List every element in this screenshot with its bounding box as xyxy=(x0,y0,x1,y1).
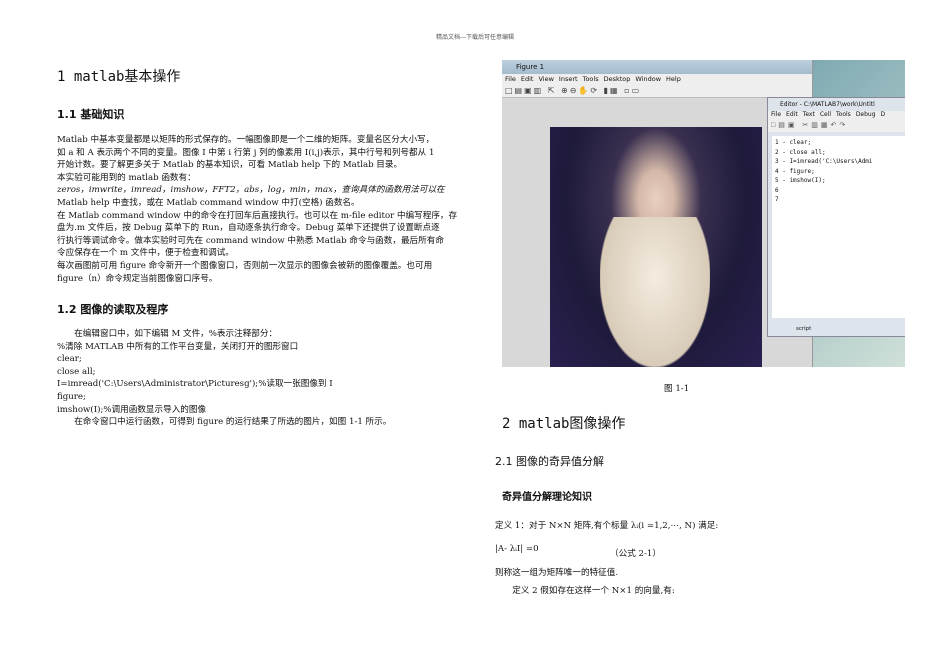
text-line: figure; xyxy=(57,391,86,402)
paragraph-program: 在编辑窗口中，如下编辑 M 文件，%表示注释部分： %清除 MATLAB 中所有的… xyxy=(57,328,391,429)
paragraph-basics: Matlab 中基本变量都是以矩阵的形式保存的。一幅图像即是一个二维的矩阵。变量… xyxy=(57,134,457,285)
figure-caption: 图 1-1 xyxy=(664,384,690,394)
editor-status: script xyxy=(796,326,812,332)
code-line: 5 - imshow(I); xyxy=(775,177,826,184)
section-title-2: 2 matlab图像操作 xyxy=(502,416,626,432)
text-line: 开始计数。要了解更多关于 Matlab 的基本知识，可看 Matlab help… xyxy=(57,160,403,171)
eigenvalue-line: 则称这一组为矩阵唯一的特征值. xyxy=(495,568,619,578)
menu-item[interactable]: Text xyxy=(803,111,815,118)
editor-title: Editor - C:\MATLAB7\work\Untitl xyxy=(780,101,875,108)
menu-item[interactable]: File xyxy=(505,75,516,83)
text-line: 盘为.m 文件后，按 Debug 菜单下的 Run，自动逐条执行命令。Debug… xyxy=(57,223,440,234)
text-line: 本实验可能用到的 matlab 函数有： xyxy=(57,172,196,183)
document-page: 精品文档---下载后可任意编辑 1 matlab基本操作 1.1 基础知识 Ma… xyxy=(0,0,950,672)
section-heading-1-2: 1.2 图像的读取及程序 xyxy=(57,303,169,316)
text-line: close all; xyxy=(57,366,96,377)
text-line: 行执行等调试命令。做本实验时可先在 command window 中熟悉 Mat… xyxy=(57,235,444,246)
definition-2: 定义 2 假如存在这样一个 N×1 的向量,有: xyxy=(495,586,675,596)
text-line: figure（n）命令规定当前图像窗口序号。 xyxy=(57,273,218,284)
editor-code: 1 - clear; 2 - close all; 3 - I=imread('C:… xyxy=(772,136,905,318)
text-line: 在命令窗口中运行函数，可得到 figure 的运行结果了所选的图片，如图 1-1… xyxy=(57,417,392,428)
equation: |A- λᵢI| =0 xyxy=(495,544,539,554)
page-header: 精品文档---下载后可任意编辑 xyxy=(435,34,515,41)
menu-item[interactable]: Tools xyxy=(836,111,851,118)
text-line: clear; xyxy=(57,354,82,365)
code-line: 3 - I=imread('C:\Users\Admi xyxy=(775,158,873,165)
code-line: 6 xyxy=(775,186,779,194)
menu-item[interactable]: Cell xyxy=(820,111,831,118)
menu-item[interactable]: Tools xyxy=(583,75,599,83)
code-line: 7 xyxy=(775,196,779,203)
figure-title: Figure 1 xyxy=(502,60,812,74)
subsection-heading: 奇异值分解理论知识 xyxy=(502,492,592,503)
menu-item[interactable]: View xyxy=(538,75,553,83)
text-line: Matlab help 中查找，或在 Matlab command window… xyxy=(57,197,360,208)
definition-1: 定义 1：对于 N×N 矩阵,有个标量 λᵢ(i =1,2,⋯, N) 满足: xyxy=(495,521,719,531)
menu-item[interactable]: Insert xyxy=(559,75,578,83)
section-heading-2-1: 2.1 图像的奇异值分解 xyxy=(495,455,604,468)
menu-item[interactable]: Help xyxy=(666,75,681,83)
menu-item[interactable]: Edit xyxy=(521,75,534,83)
menu-item[interactable]: D xyxy=(881,111,886,118)
displayed-photo xyxy=(550,127,762,367)
text-line: 在编辑窗口中，如下编辑 M 文件，%表示注释部分： xyxy=(57,329,278,339)
text-line: 每次画图前可用 figure 命令新开一个图像窗口，否则前一次显示的图像会被新的… xyxy=(57,260,433,271)
code-line: 1 - clear; xyxy=(775,139,812,146)
menu-item[interactable]: File xyxy=(771,111,781,118)
editor-toolbar: □▤▣ ✂▥▦↶↷ xyxy=(768,121,905,132)
text-line: 如 a 和 A 表示两个不同的变量。图像 I 中第 i 行第 j 列的像素用 I… xyxy=(57,147,435,158)
code-line: 4 - figure; xyxy=(775,167,815,175)
editor-window: Editor - C:\MATLAB7\work\Untitl File Edit… xyxy=(767,97,905,337)
equation-label: （公式 2-1） xyxy=(610,549,661,559)
text-line: zeros，imwrite，imread，imshow，FFT2，abs，log… xyxy=(57,185,445,196)
text-line: imshow(I);%调用函数显示导入的图像 xyxy=(57,404,207,415)
menu-item[interactable]: Edit xyxy=(786,111,798,118)
figure-screenshot: Figure 1 File Edit View Insert Tools Desktop W… xyxy=(502,60,905,367)
section-heading-1-1: 1.1 基础知识 xyxy=(57,108,125,121)
text-line: Matlab 中基本变量都是以矩阵的形式保存的。一幅图像即是一个二维的矩阵。变量… xyxy=(57,135,435,145)
code-line: 2 - close all; xyxy=(775,148,826,156)
menu-item[interactable]: Debug xyxy=(856,111,876,118)
text-line: %清除 MATLAB 中所有的工作平台变量，关闭打开的图形窗口 xyxy=(57,341,299,352)
figure-menu-bar: File Edit View Insert Tools Desktop Window Help xyxy=(502,74,812,85)
text-line: I=imread('C:\Users\Administrator\Picture… xyxy=(57,379,333,390)
text-line: 令应保存在一个 m 文件中，便于检查和调试。 xyxy=(57,248,234,259)
editor-menu-bar: File Edit Text Cell Tools Debug D xyxy=(768,111,905,121)
menu-item[interactable]: Window xyxy=(635,75,661,83)
text-line: 在 Matlab command window 中的命令在打回车后直接执行。也可… xyxy=(57,210,458,221)
section-title-1: 1 matlab基本操作 xyxy=(57,69,181,85)
menu-item[interactable]: Desktop xyxy=(604,75,631,83)
figure-toolbar: □▤▣▥ ⇱ ⊕⊖✋⟳ ▮▦ ▫▭ xyxy=(502,85,812,98)
